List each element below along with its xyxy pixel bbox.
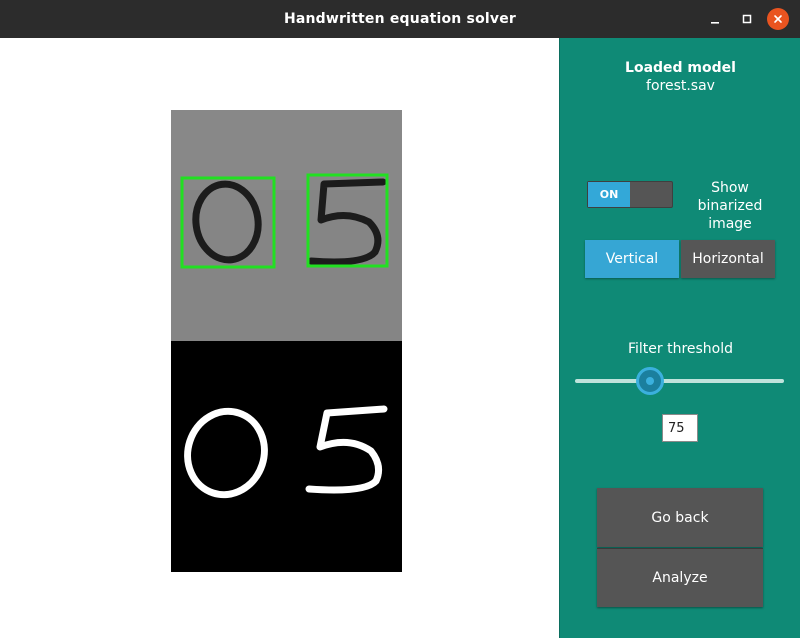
minimize-icon [711, 22, 719, 24]
maximize-button[interactable] [736, 8, 758, 30]
filter-threshold-slider[interactable] [575, 366, 784, 396]
close-button[interactable] [767, 8, 789, 30]
maximize-icon [742, 14, 752, 24]
window-title: Handwritten equation solver [283, 11, 517, 27]
camera-image-drawing [171, 110, 402, 341]
binarized-toggle-label: Show binarized image [697, 180, 763, 232]
loaded-model-title: Loaded model [625, 60, 736, 76]
filter-threshold-label: Filter threshold [627, 341, 734, 357]
image-area [0, 38, 559, 638]
loaded-model-file: forest.sav [646, 78, 715, 94]
go-back-button[interactable]: Go back [597, 488, 763, 547]
binarized-toggle[interactable]: ON [587, 181, 673, 208]
minimize-button[interactable] [704, 8, 726, 30]
close-icon [774, 15, 782, 23]
binarized-image [171, 341, 402, 572]
filter-threshold-value[interactable]: 75 [662, 414, 698, 442]
analyze-button[interactable]: Analyze [597, 548, 763, 607]
vertical-button[interactable]: Vertical [585, 240, 679, 278]
toggle-on-label: ON [588, 182, 630, 207]
slider-thumb-dot [646, 377, 654, 385]
title-bar: Handwritten equation solver [0, 0, 800, 38]
horizontal-button[interactable]: Horizontal [681, 240, 775, 278]
binarized-image-drawing [171, 341, 402, 572]
slider-thumb[interactable] [636, 367, 664, 395]
control-panel: Loaded model forest.sav ON Show binarize… [559, 38, 800, 638]
camera-image [171, 110, 402, 341]
slider-track[interactable] [575, 379, 784, 383]
